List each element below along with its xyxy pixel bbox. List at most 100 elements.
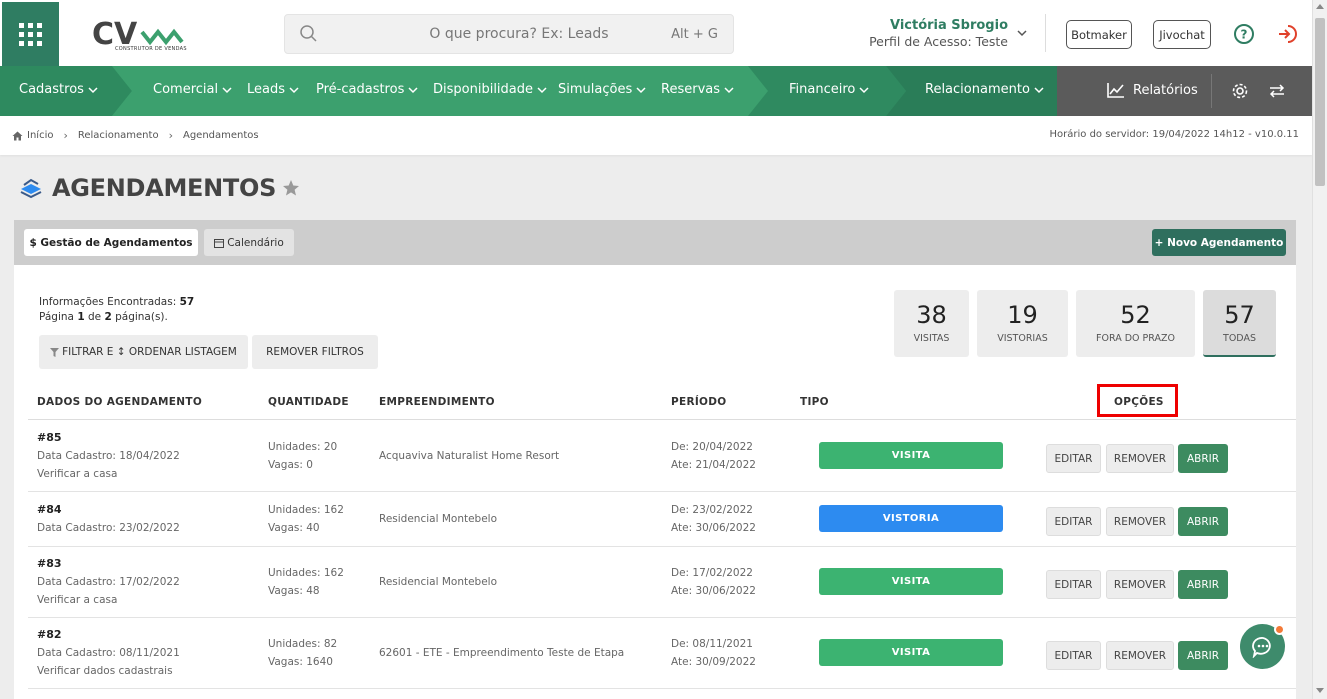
svg-text:?: ? <box>1241 28 1248 42</box>
row-desc: Verificar a casa <box>37 468 118 480</box>
breadcrumb-home[interactable]: Início <box>27 130 53 141</box>
divider <box>1211 74 1212 108</box>
nav-relatorios[interactable]: Relatórios <box>1106 81 1198 99</box>
row-de: De: 20/04/2022 <box>671 441 753 453</box>
scroll-down-arrow-icon[interactable] <box>1316 688 1324 693</box>
star-icon[interactable] <box>282 179 300 197</box>
remove-button[interactable]: REMOVER <box>1106 444 1174 473</box>
col-header-empreendimento[interactable]: EMPREENDIMENTO <box>379 396 495 408</box>
jivochat-button[interactable]: Jivochat <box>1153 20 1211 49</box>
nav-disponibilidade[interactable]: Disponibilidade <box>433 82 547 97</box>
chevron-down-icon <box>88 86 98 93</box>
gear-icon[interactable] <box>1231 82 1249 100</box>
open-button[interactable]: ABRIR <box>1178 507 1228 536</box>
chevron-right-icon: › <box>168 129 173 142</box>
user-name: Victória Sbrogio <box>889 18 1008 33</box>
row-ate: Ate: 30/06/2022 <box>671 522 756 534</box>
col-header-dados[interactable]: DADOS DO AGENDAMENTO <box>37 396 202 408</box>
edit-button[interactable]: EDITAR <box>1046 570 1101 599</box>
botmaker-button[interactable]: Botmaker <box>1066 20 1132 49</box>
found-label: Informações Encontradas: <box>39 296 177 308</box>
edit-button[interactable]: EDITAR <box>1046 641 1101 670</box>
filter-order-button[interactable]: FILTRAR E ↕ ORDENAR LISTAGEM <box>39 335 248 369</box>
row-id[interactable]: #85 <box>37 429 180 447</box>
row-id[interactable]: #82 <box>37 626 180 644</box>
nav-financeiro[interactable]: Financeiro <box>789 82 869 97</box>
row-vagas: Vagas: 48 <box>268 585 320 597</box>
nav-reservas[interactable]: Reservas <box>661 82 734 97</box>
results-info: Informações Encontradas: 57 Página 1 de … <box>39 295 194 325</box>
row-empreendimento: 62601 - ETE - Empreendimento Teste de Et… <box>379 647 625 659</box>
row-periodo: De: 17/02/2022 Ate: 30/06/2022 <box>671 564 756 600</box>
col-header-periodo[interactable]: PERÍODO <box>671 396 727 408</box>
stat-todas[interactable]: 57 TODAS <box>1203 290 1276 357</box>
open-button[interactable]: ABRIR <box>1178 641 1228 670</box>
tab-calendario[interactable]: Calendário <box>204 229 294 256</box>
breadcrumb-section[interactable]: Relacionamento <box>78 130 159 141</box>
scroll-up-arrow-icon[interactable] <box>1316 4 1324 9</box>
nav-relacionamento[interactable]: Relacionamento <box>925 82 1044 97</box>
chevron-down-icon <box>724 86 734 93</box>
row-data: #82 Data Cadastro: 08/11/2021 Verificar … <box>37 626 180 680</box>
open-button[interactable]: ABRIR <box>1178 570 1228 599</box>
search-input[interactable]: O que procura? Ex: Leads <box>285 26 733 42</box>
user-menu[interactable]: Victória Sbrogio Perfil de Acesso: Teste <box>868 18 1008 49</box>
chevron-down-icon[interactable] <box>1016 28 1028 38</box>
nav-simulacoes[interactable]: Simulações <box>558 82 646 97</box>
nav-pre-cadastros[interactable]: Pré-cadastros <box>316 82 418 97</box>
open-button[interactable]: ABRIR <box>1178 444 1228 473</box>
grid-icon <box>19 22 42 46</box>
remove-filters-button[interactable]: REMOVER FILTROS <box>252 335 378 369</box>
remove-button[interactable]: REMOVER <box>1106 641 1174 670</box>
apps-menu-button[interactable] <box>2 2 59 66</box>
row-periodo: De: 20/04/2022 Ate: 21/04/2022 <box>671 438 756 474</box>
stat-vistorias[interactable]: 19 VISTORIAS <box>977 290 1068 357</box>
server-time: Horário do servidor: 19/04/2022 14h12 - … <box>1049 129 1299 140</box>
logout-icon[interactable] <box>1275 23 1297 45</box>
row-quantidade: Unidades: 82 Vagas: 1640 <box>268 635 337 671</box>
row-desc: Verificar a casa <box>37 594 118 606</box>
nav-leads[interactable]: Leads <box>247 82 299 97</box>
chat-bubble-icon <box>1251 636 1271 658</box>
nav-label: Relatórios <box>1133 82 1198 98</box>
row-vagas: Vagas: 0 <box>268 459 313 471</box>
scroll-thumb[interactable] <box>1315 18 1325 186</box>
page-scrollbar[interactable] <box>1312 0 1327 699</box>
col-header-quantidade[interactable]: QUANTIDADE <box>268 396 349 408</box>
tab-gestao[interactable]: $ Gestão de Agendamentos <box>24 229 198 256</box>
col-header-tipo[interactable]: TIPO <box>800 396 829 408</box>
help-icon[interactable]: ? <box>1233 23 1255 45</box>
row-data: #85 Data Cadastro: 18/04/2022 Verificar … <box>37 429 180 483</box>
edit-button[interactable]: EDITAR <box>1046 507 1101 536</box>
page-title-row: AGENDAMENTOS <box>18 172 300 204</box>
nav-comercial[interactable]: Comercial <box>153 82 232 97</box>
nav-label: Relacionamento <box>925 82 1030 97</box>
row-ate: Ate: 30/09/2022 <box>671 656 756 668</box>
swap-icon[interactable] <box>1268 83 1286 99</box>
nav-label: Leads <box>247 82 286 97</box>
nav-label: Cadastros <box>19 82 84 97</box>
search-box[interactable]: O que procura? Ex: Leads Alt + G <box>284 14 734 54</box>
row-id[interactable]: #84 <box>37 501 180 519</box>
logo-subtitle: CONSTRUTOR DE VENDAS <box>115 46 187 52</box>
filter-label: FILTRAR E ↕ ORDENAR LISTAGEM <box>62 346 237 358</box>
page-title: AGENDAMENTOS <box>52 174 277 202</box>
nav-label: Pré-cadastros <box>316 82 405 97</box>
row-id[interactable]: #83 <box>37 555 180 573</box>
row-data: #83 Data Cadastro: 17/02/2022 Verificar … <box>37 555 180 609</box>
row-desc: Verificar dados cadastrais <box>37 665 173 677</box>
row-quantidade: Unidades: 20 Vagas: 0 <box>268 438 337 474</box>
remove-button[interactable]: REMOVER <box>1106 570 1174 599</box>
row-unidades: Unidades: 20 <box>268 441 338 453</box>
stat-visitas[interactable]: 38 VISITAS <box>894 290 969 357</box>
table-row: #85 Data Cadastro: 18/04/2022 Verificar … <box>28 420 1296 492</box>
highlight-box <box>1097 384 1178 417</box>
remove-button[interactable]: REMOVER <box>1106 507 1174 536</box>
nav-cadastros[interactable]: Cadastros <box>19 82 98 97</box>
chevron-down-icon <box>537 86 547 93</box>
edit-button[interactable]: EDITAR <box>1046 444 1101 473</box>
stat-fora-do-prazo[interactable]: 52 FORA DO PRAZO <box>1076 290 1195 357</box>
new-appointment-button[interactable]: + Novo Agendamento <box>1152 229 1286 256</box>
row-cadastro: Data Cadastro: 17/02/2022 <box>37 576 180 588</box>
row-quantidade: Unidades: 162 Vagas: 40 <box>268 501 344 537</box>
